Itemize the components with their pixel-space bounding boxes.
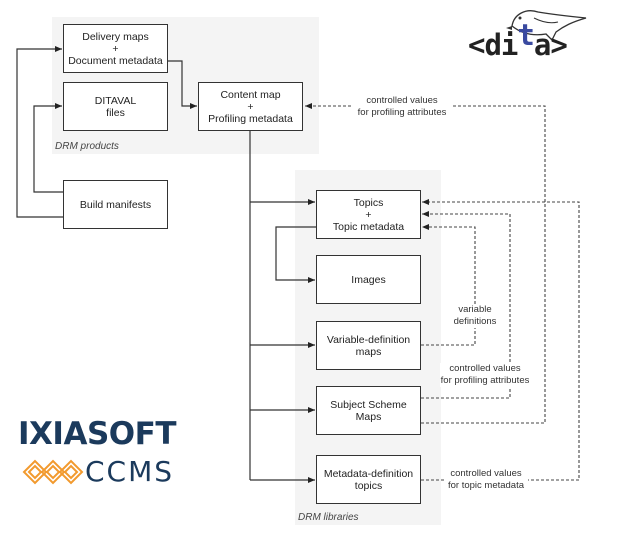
node-build-manifests: Build manifests: [63, 180, 168, 229]
edge-label-variable-definitions: variable definitions: [450, 304, 500, 328]
edge-label-topic-metadata: controlled values for topic metadata: [444, 468, 528, 492]
edge-delivery-to-content: [168, 60, 197, 109]
ixiasoft-infinity-icon: [22, 459, 84, 485]
ixiasoft-product-name: CCMS: [85, 455, 175, 488]
node-variable-definition-maps: Variable-definition maps: [316, 321, 421, 370]
node-metadata-definition-topics: Metadata-definition topics: [316, 455, 421, 504]
node-topics: Topics + Topic metadata: [316, 190, 421, 239]
node-ditaval-files: DITAVAL files: [63, 82, 168, 131]
node-delivery-maps: Delivery maps + Document metadata: [63, 24, 168, 73]
node-subject-scheme-maps: Subject Scheme Maps: [316, 386, 421, 435]
edge-label-profiling-mid: controlled values for profiling attribut…: [440, 363, 530, 387]
node-images: Images: [316, 255, 421, 304]
edge-metadata-to-topics: [421, 199, 580, 481]
edge-label-profiling-top: controlled values for profiling attribut…: [352, 95, 452, 119]
edge-topics-to-images: [275, 226, 316, 283]
dita-wordmark: <dita>: [468, 18, 568, 62]
node-content-map: Content map + Profiling metadata: [198, 82, 303, 131]
connector-layer: [16, 46, 580, 483]
edge-build-to-ditaval: [33, 103, 63, 193]
ixiasoft-wordmark: IXIASOFT: [18, 416, 176, 452]
dita-logo: <dita>: [468, 8, 598, 64]
